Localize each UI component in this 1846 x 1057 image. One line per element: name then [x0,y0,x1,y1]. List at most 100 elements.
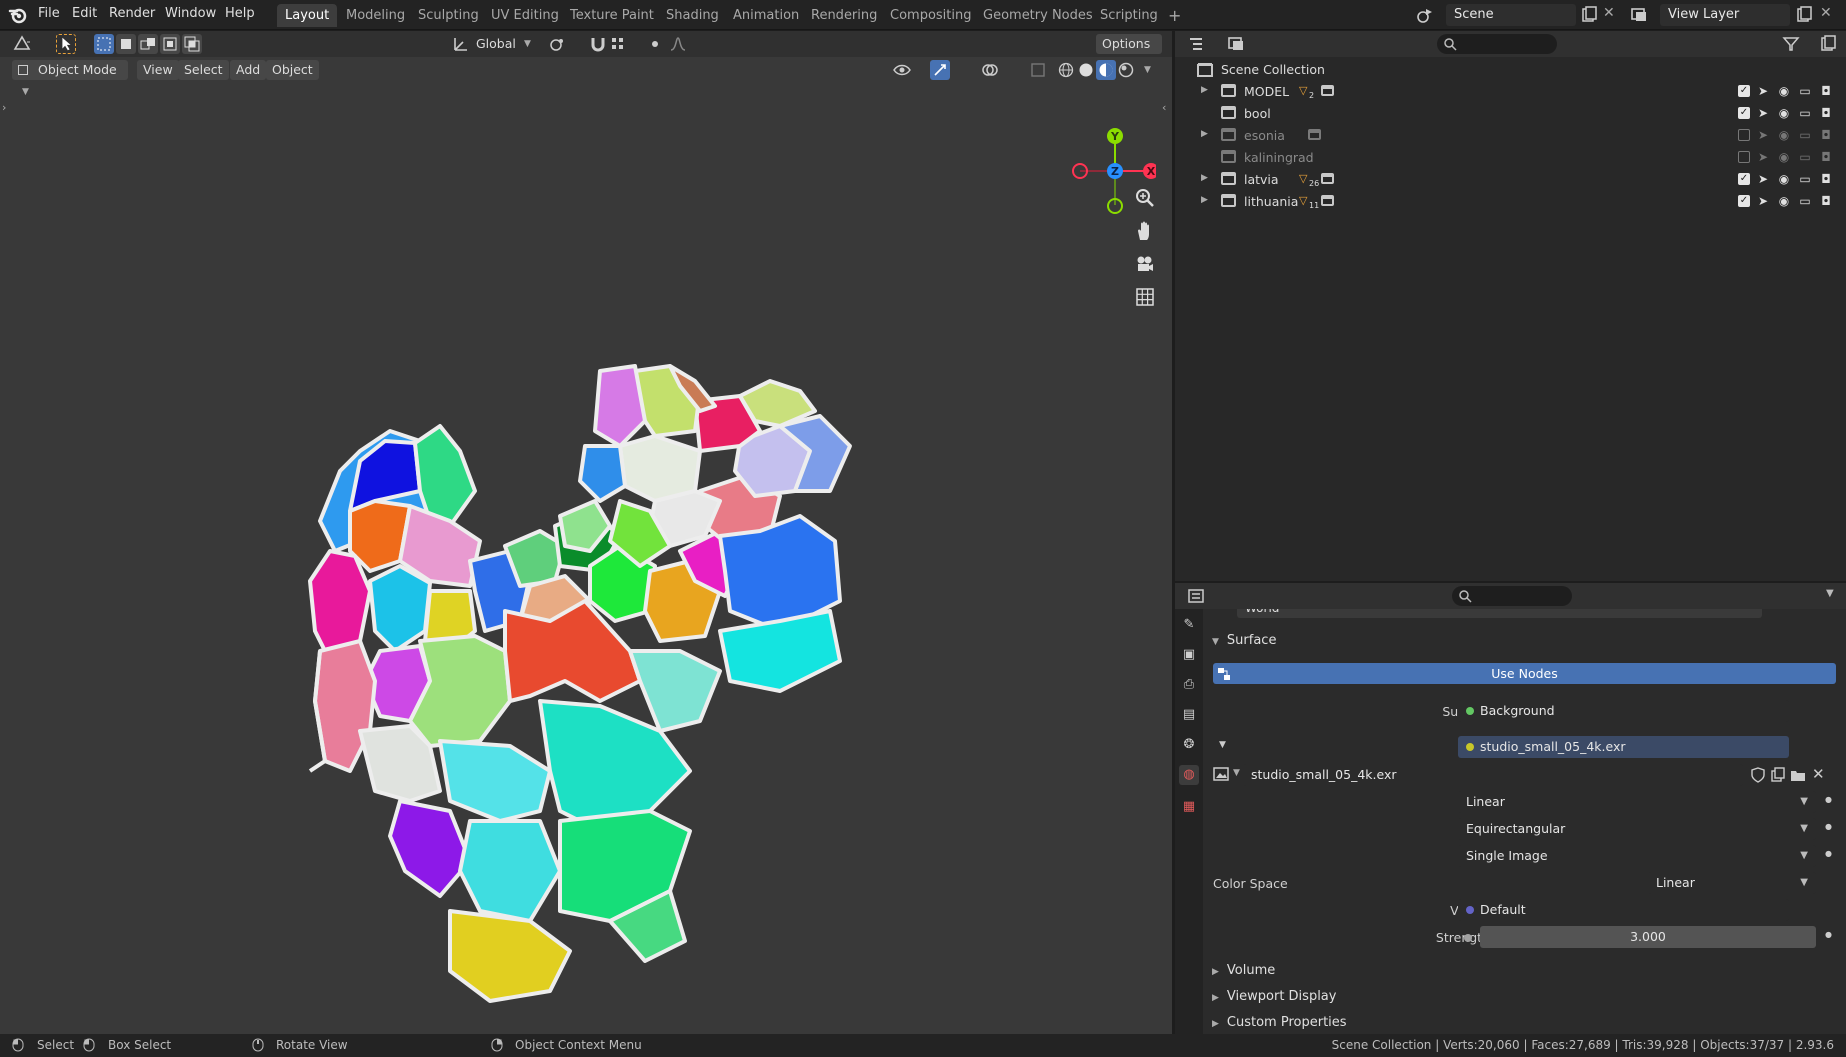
new-image-icon[interactable] [1770,767,1786,783]
viewport-monitor-icon[interactable]: ▭ [1798,150,1812,164]
outliner-editor-type-icon[interactable] [1187,35,1205,53]
snap-increment-icon[interactable] [608,34,628,54]
new-collection-icon[interactable] [1819,35,1837,53]
viewport-monitor-icon[interactable]: ▭ [1798,106,1812,120]
scene-tab-icon[interactable]: ❂ [1179,735,1199,755]
select-mode-extend-icon[interactable] [116,34,136,54]
vector-input-field[interactable]: Default [1458,899,1789,921]
xray-toggle-icon[interactable] [1028,60,1048,80]
color-expand-triangle-icon[interactable]: ▼ [1219,740,1226,750]
world-datablock-row[interactable]: World [1207,609,1837,619]
render-tab-icon[interactable]: ▣ [1179,645,1199,665]
expand-triangle-icon[interactable]: ▶ [1201,195,1208,205]
menu-object[interactable]: Object [266,60,319,80]
mode-dropdown[interactable]: Object Mode ▼ [12,60,128,97]
volume-section-header[interactable]: ▶ Volume [1212,963,1275,978]
perspective-grid-icon[interactable] [1134,286,1156,308]
mesh-data-icon[interactable]: ▽ [1299,172,1307,185]
3d-viewport[interactable]: Global ▼ Options ▼ Object Mode ▼ View Se… [0,31,1172,1034]
menu-select[interactable]: Select [178,60,229,80]
selectable-arrow-icon[interactable]: ➤ [1756,150,1770,164]
keyframe-dot-icon[interactable]: ● [1825,795,1832,804]
eye-visibility-icon[interactable]: ◉ [1777,194,1791,208]
keyframe-dot-icon[interactable]: ● [1825,849,1832,858]
view-layer-selector-icon[interactable] [1630,6,1648,24]
exclude-checkbox[interactable]: ✓ [1738,195,1750,207]
transform-orientation-dropdown[interactable]: Global [470,34,522,54]
unlink-image-icon[interactable]: ✕ [1812,765,1825,783]
delete-scene-icon[interactable]: ✕ [1603,5,1621,23]
child-collection-icon[interactable] [1321,173,1334,184]
selectable-arrow-icon[interactable]: ➤ [1756,194,1770,208]
output-tab-icon[interactable]: ⎙ [1179,675,1199,695]
eye-visibility-icon[interactable]: ◉ [1777,172,1791,186]
open-folder-icon[interactable] [1790,767,1806,783]
expand-triangle-icon[interactable]: ▶ [1201,173,1208,183]
selectable-arrow-icon[interactable]: ➤ [1756,172,1770,186]
texture-tab-icon[interactable]: ▦ [1179,797,1199,817]
child-collection-icon[interactable] [1321,85,1334,96]
tab-compositing[interactable]: Compositing [882,4,980,27]
child-collection-icon[interactable] [1308,129,1321,140]
color-space-dropdown[interactable]: Linear ▼ [1648,872,1816,894]
chevron-down-icon[interactable]: ▼ [518,34,537,54]
camera-view-icon[interactable] [1134,253,1156,275]
keyframe-dot-icon[interactable]: ● [1825,822,1832,831]
select-tool-icon[interactable] [56,34,76,54]
show-overlays-icon[interactable] [980,60,1000,80]
view-layer-tab-icon[interactable]: ▤ [1179,705,1199,725]
shading-options-chevron-icon[interactable]: ▼ [1138,60,1157,80]
viewport-monitor-icon[interactable]: ▭ [1798,84,1812,98]
new-view-layer-icon[interactable] [1795,6,1813,24]
surface-shader-field[interactable]: Background [1458,700,1789,722]
add-workspace-icon[interactable]: + [1160,4,1189,27]
solid-shading-icon[interactable] [1076,60,1096,80]
eye-visibility-icon[interactable]: ◉ [1777,150,1791,164]
toggle-toolbar-chevron-icon[interactable]: › [2,101,6,114]
render-camera-icon[interactable]: ◘ [1819,128,1833,142]
new-scene-icon[interactable] [1580,6,1598,24]
eye-visibility-icon[interactable]: ◉ [1777,128,1791,142]
outliner-row-bool[interactable]: bool ✓ ➤ ◉ ▭ ◘ [1175,103,1846,125]
render-camera-icon[interactable]: ◘ [1819,150,1833,164]
expand-triangle-icon[interactable]: ▶ [1201,129,1208,139]
strength-slider[interactable]: 3.000 [1480,926,1816,948]
outliner-search-input[interactable] [1437,34,1557,54]
menu-file[interactable]: File [38,6,60,21]
editor-type-icon[interactable] [12,34,32,54]
menu-add[interactable]: Add [230,60,267,80]
toggle-sidebar-chevron-icon[interactable]: ‹ [1162,101,1166,114]
tab-uv-editing[interactable]: UV Editing [483,4,567,27]
outliner-row-scene-collection[interactable]: Scene Collection [1175,59,1846,81]
baltic-regions-mesh[interactable] [300,351,930,1031]
world-tab-icon[interactable]: ◍ [1179,765,1199,785]
snap-magnet-icon[interactable] [588,34,608,54]
mesh-data-icon[interactable]: ▽ [1299,194,1307,207]
pan-hand-icon[interactable] [1134,220,1156,242]
image-browse-icon[interactable] [1213,767,1231,783]
tab-shading[interactable]: Shading [658,4,727,27]
color-input-field[interactable]: studio_small_05_4k.exr [1458,736,1789,758]
scene-selector-icon[interactable] [1416,6,1434,24]
tool-tab-icon[interactable]: ✎ [1179,615,1199,635]
render-camera-icon[interactable]: ◘ [1819,106,1833,120]
outliner-row-MODEL[interactable]: ▶ MODEL ▽ 2 ✓ ➤ ◉ ▭ ◘ [1175,81,1846,103]
use-nodes-button[interactable]: Use Nodes [1213,663,1836,684]
delete-view-layer-icon[interactable]: ✕ [1820,5,1838,23]
zoom-magnifier-icon[interactable] [1134,187,1156,209]
image-name-field[interactable]: studio_small_05_4k.exr [1243,764,1743,786]
custom-properties-section-header[interactable]: ▶ Custom Properties [1212,1015,1347,1030]
eye-visibility-icon[interactable]: ◉ [1777,106,1791,120]
outliner-row-latvia[interactable]: ▶ latvia ▽ 26 ✓ ➤ ◉ ▭ ◘ [1175,169,1846,191]
menu-render[interactable]: Render [109,6,155,21]
fake-user-shield-icon[interactable] [1750,767,1766,783]
chevron-down-icon[interactable]: ▼ [1233,768,1240,778]
filter-icon[interactable] [1782,35,1800,53]
outliner-row-kaliningrad[interactable]: kaliningrad ➤ ◉ ▭ ◘ [1175,147,1846,169]
rendered-shading-icon[interactable] [1116,60,1136,80]
show-gizmo-icon[interactable] [930,60,950,80]
render-camera-icon[interactable]: ◘ [1819,194,1833,208]
exclude-checkbox[interactable] [1738,151,1750,163]
menu-view[interactable]: View [137,60,179,80]
scene-name-field[interactable]: Scene [1446,4,1576,26]
